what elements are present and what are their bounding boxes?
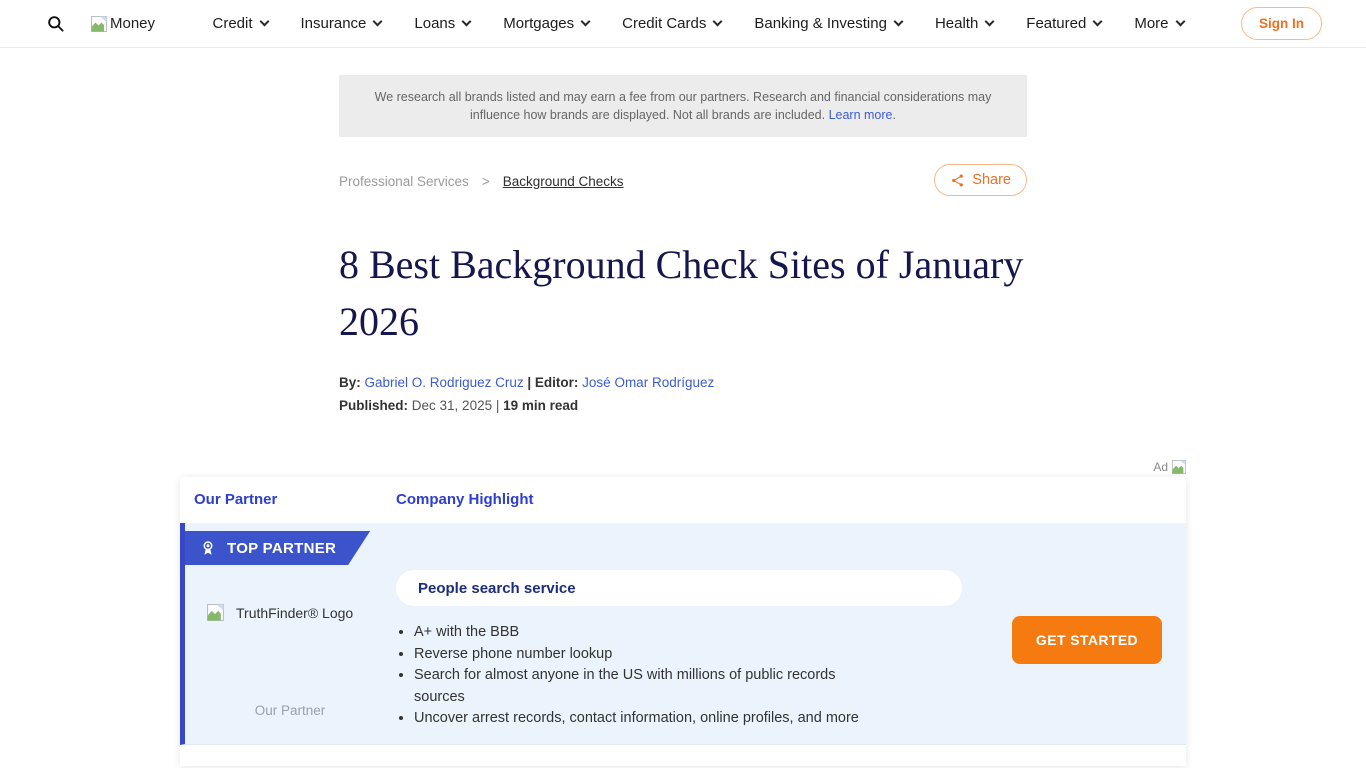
main-navigation: Credit Insurance Loans Mortgages Credit … <box>155 15 1241 32</box>
feature-item: A+ with the BBB <box>414 622 886 644</box>
sign-in-button[interactable]: Sign In <box>1241 7 1322 40</box>
our-partner-caption: Our Partner <box>185 703 395 718</box>
nav-item-credit-cards[interactable]: Credit Cards <box>622 15 721 32</box>
published-row: Published: Dec 31, 2025 | 19 min read <box>339 397 1027 414</box>
chevron-down-icon <box>581 17 591 27</box>
nav-item-health[interactable]: Health <box>935 15 993 32</box>
nav-item-label: Loans <box>414 15 455 32</box>
top-partner-card: TOP PARTNER TruthFinder® Logo Our Partne… <box>180 523 1186 745</box>
nav-item-label: Banking & Investing <box>754 15 887 32</box>
broken-image-icon <box>1172 460 1186 474</box>
learn-more-link[interactable]: Learn more <box>829 108 893 122</box>
partner-feature-list: A+ with the BBB Reverse phone number loo… <box>396 622 886 730</box>
feature-item: Reverse phone number lookup <box>414 644 886 666</box>
disclosure-text: We research all brands listed and may ea… <box>375 90 992 122</box>
chevron-down-icon <box>985 17 995 27</box>
breadcrumb-parent-link[interactable]: Professional Services <box>339 174 469 189</box>
top-partner-badge: TOP PARTNER <box>185 531 370 565</box>
chevron-down-icon <box>462 17 472 27</box>
search-icon <box>46 14 65 33</box>
read-time: 19 min read <box>503 398 578 413</box>
broken-image-icon <box>91 16 107 32</box>
get-started-button[interactable]: GET STARTED <box>1012 616 1162 664</box>
page-content: We research all brands listed and may ea… <box>180 75 1186 766</box>
page-title: 8 Best Background Check Sites of January… <box>339 236 1027 350</box>
nav-item-label: Mortgages <box>503 15 574 32</box>
broken-image-icon <box>207 604 224 621</box>
column-header-company-highlight: Company Highlight <box>396 477 534 523</box>
company-highlight-pill: People search service <box>396 570 962 606</box>
nav-item-label: Insurance <box>301 15 367 32</box>
ad-label: Ad <box>1153 460 1168 474</box>
top-partner-badge-label: TOP PARTNER <box>227 540 336 557</box>
share-icon <box>950 173 965 188</box>
byline: By: Gabriel O. Rodriguez Cruz | Editor: … <box>339 374 1027 391</box>
breadcrumb-current-link[interactable]: Background Checks <box>503 174 624 189</box>
chevron-down-icon <box>373 17 383 27</box>
nav-item-insurance[interactable]: Insurance <box>301 15 382 32</box>
top-navigation-bar: Money Credit Insurance Loans Mortgages C… <box>0 0 1366 48</box>
partner-comparison-table: Our Partner Company Highlight TOP PARTNE… <box>180 477 1186 766</box>
breadcrumb-row: Professional Services > Background Check… <box>339 164 1027 198</box>
nav-item-banking-investing[interactable]: Banking & Investing <box>754 15 902 32</box>
partner-logo[interactable]: TruthFinder® Logo <box>207 604 353 621</box>
by-label: By: <box>339 375 361 390</box>
feature-item: Uncover arrest records, contact informat… <box>414 708 886 730</box>
nav-item-more[interactable]: More <box>1134 15 1183 32</box>
money-logo[interactable]: Money <box>91 15 155 32</box>
search-button[interactable] <box>46 14 65 33</box>
advertiser-disclosure: We research all brands listed and may ea… <box>339 75 1027 137</box>
logo-alt-text: Money <box>110 15 155 32</box>
nav-item-label: Credit <box>213 15 253 32</box>
nav-item-credit[interactable]: Credit <box>213 15 268 32</box>
share-button-label: Share <box>972 172 1011 188</box>
share-button[interactable]: Share <box>934 164 1027 196</box>
published-date: Dec 31, 2025 <box>412 398 492 413</box>
nav-item-label: More <box>1134 15 1168 32</box>
nav-item-label: Health <box>935 15 978 32</box>
partner-logo-alt-text: TruthFinder® Logo <box>236 605 353 621</box>
published-label: Published: <box>339 398 408 413</box>
breadcrumb: Professional Services > Background Check… <box>339 174 624 189</box>
nav-item-mortgages[interactable]: Mortgages <box>503 15 589 32</box>
chevron-down-icon <box>713 17 723 27</box>
award-ribbon-icon <box>199 539 217 557</box>
chevron-down-icon <box>259 17 269 27</box>
disclosure-period: . <box>893 108 896 122</box>
nav-item-loans[interactable]: Loans <box>414 15 470 32</box>
nav-item-featured[interactable]: Featured <box>1026 15 1101 32</box>
feature-item: Search for almost anyone in the US with … <box>414 665 886 708</box>
published-divider: | <box>496 398 500 413</box>
nav-item-label: Featured <box>1026 15 1086 32</box>
editor-link[interactable]: José Omar Rodríguez <box>582 375 714 390</box>
breadcrumb-separator: > <box>482 174 490 189</box>
chevron-down-icon <box>1175 17 1185 27</box>
byline-divider: | <box>527 375 531 390</box>
column-header-our-partner: Our Partner <box>194 477 277 523</box>
ad-label-row: Ad <box>180 459 1186 475</box>
chevron-down-icon <box>1093 17 1103 27</box>
table-header-row: Our Partner Company Highlight <box>180 477 1186 523</box>
author-link[interactable]: Gabriel O. Rodriguez Cruz <box>365 375 524 390</box>
chevron-down-icon <box>893 17 903 27</box>
editor-label: Editor: <box>535 375 579 390</box>
nav-item-label: Credit Cards <box>622 15 706 32</box>
next-table-row-partial <box>180 745 1186 766</box>
